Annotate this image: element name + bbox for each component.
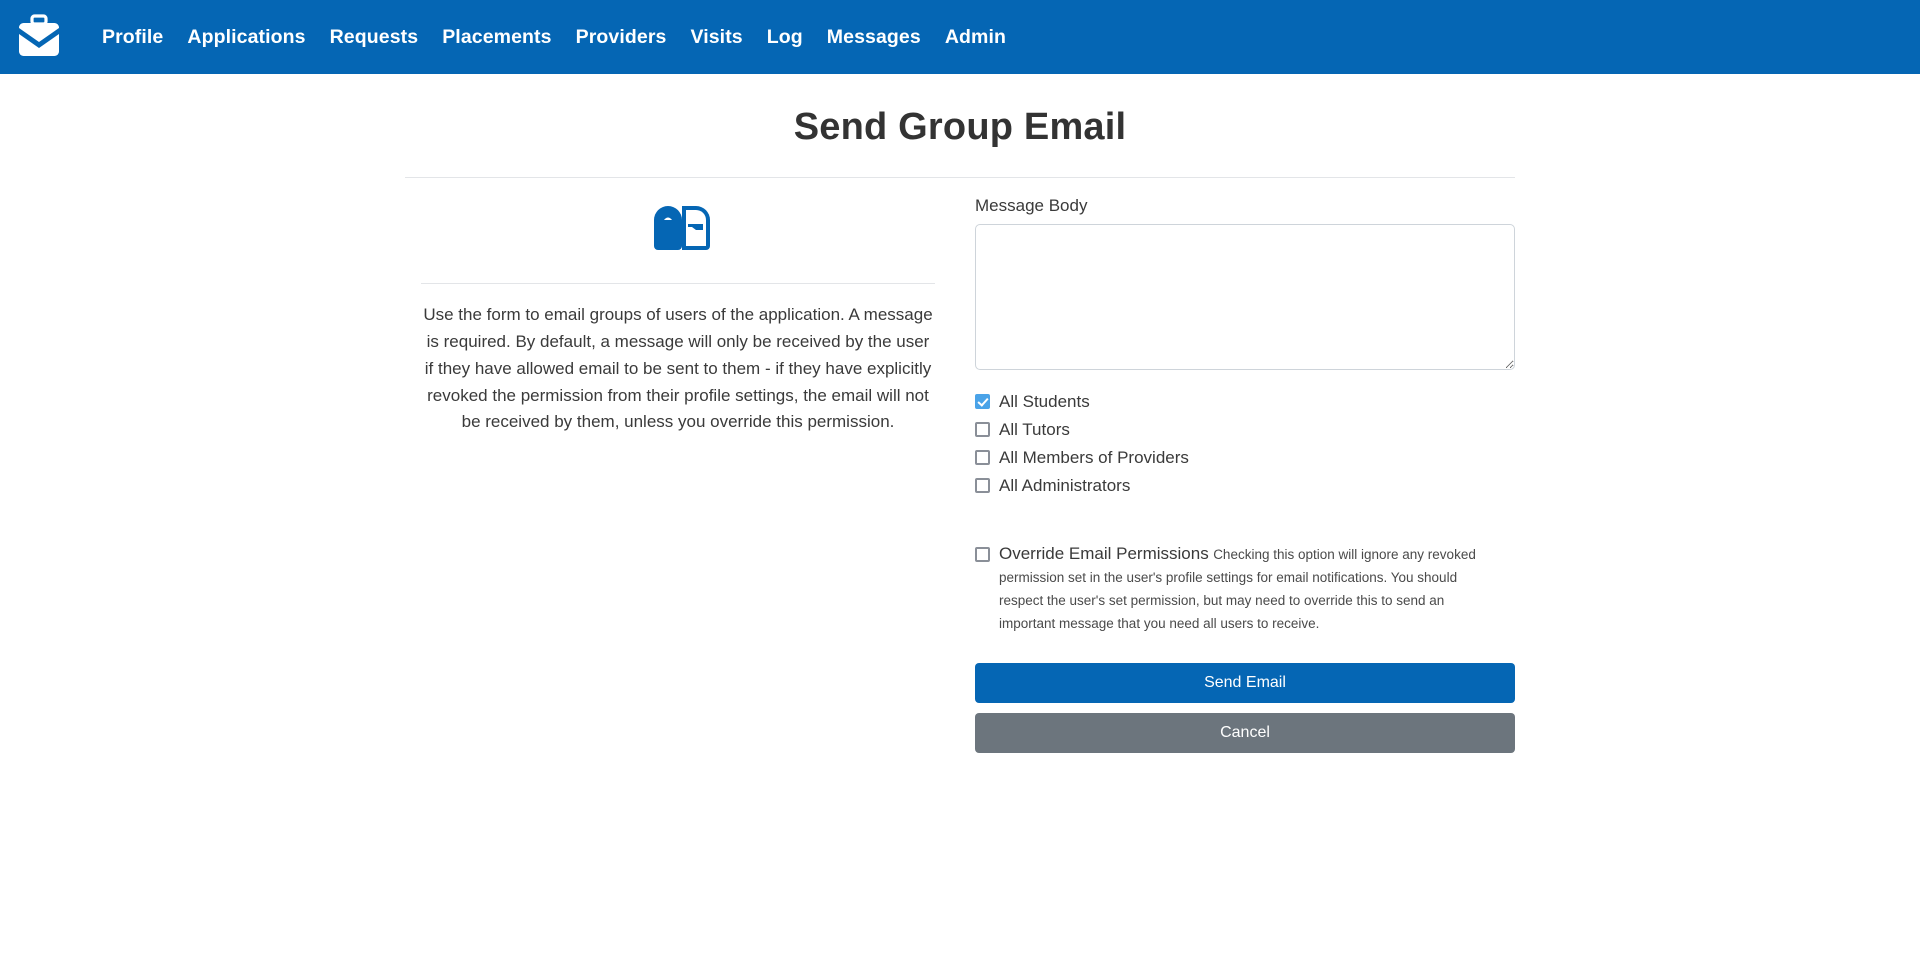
mailbox-icon [646,200,710,261]
navbar-links: Profile Applications Requests Placements… [90,26,1018,49]
checkbox-all-tutors[interactable] [975,422,990,438]
nav-link-providers[interactable]: Providers [564,26,679,49]
nav-link-log[interactable]: Log [755,26,815,49]
override-permissions-label: Override Email Permissions [999,543,1209,563]
info-divider [421,283,935,284]
recipient-option-all-students[interactable]: All Students [975,390,1499,414]
briefcase-icon[interactable] [14,12,64,62]
nav-link-admin[interactable]: Admin [933,26,1018,49]
main-navbar: Profile Applications Requests Placements… [0,0,1920,74]
checkbox-override-email-permissions[interactable] [975,546,990,562]
cancel-button[interactable]: Cancel [975,713,1515,754]
recipient-label: All Members of Providers [999,448,1189,468]
checkbox-all-administrators[interactable] [975,478,990,494]
message-body-input[interactable] [975,224,1515,370]
page-title: Send Group Email [793,106,1127,148]
info-column: Use the form to email groups of users of… [405,178,951,436]
nav-link-messages[interactable]: Messages [815,26,933,49]
recipient-label: All Administrators [999,476,1131,496]
nav-link-placements[interactable]: Placements [430,26,563,49]
message-body-label: Message Body [975,196,1088,215]
recipient-option-all-administrators[interactable]: All Administrators [975,474,1499,498]
checkbox-all-students[interactable] [975,394,990,409]
mailbox-illustration [421,178,935,283]
checkbox-all-members-of-providers[interactable] [975,450,990,466]
info-help-text: Use the form to email groups of users of… [423,305,933,432]
nav-link-applications[interactable]: Applications [175,26,317,49]
send-email-button[interactable]: Send Email [975,663,1515,704]
recipient-option-all-tutors[interactable]: All Tutors [975,418,1499,442]
nav-link-profile[interactable]: Profile [90,26,175,49]
override-permissions-row[interactable]: Override Email Permissions Checking this… [975,543,1499,636]
nav-link-visits[interactable]: Visits [678,26,754,49]
override-text-wrap: Override Email Permissions Checking this… [999,543,1499,636]
nav-link-requests[interactable]: Requests [318,26,431,49]
content-row: Use the form to email groups of users of… [405,178,1515,754]
recipient-label: All Students [999,392,1090,411]
recipient-label: All Tutors [999,420,1070,440]
page-container: Use the form to email groups of users of… [405,149,1515,754]
email-form-column: Message Body All Students All Tutors All… [951,178,1515,754]
override-permissions-block: Override Email Permissions Checking this… [975,543,1499,636]
recipient-option-all-members-of-providers[interactable]: All Members of Providers [975,446,1499,470]
recipient-group-list: All Students All Tutors All Members of P… [975,390,1499,499]
